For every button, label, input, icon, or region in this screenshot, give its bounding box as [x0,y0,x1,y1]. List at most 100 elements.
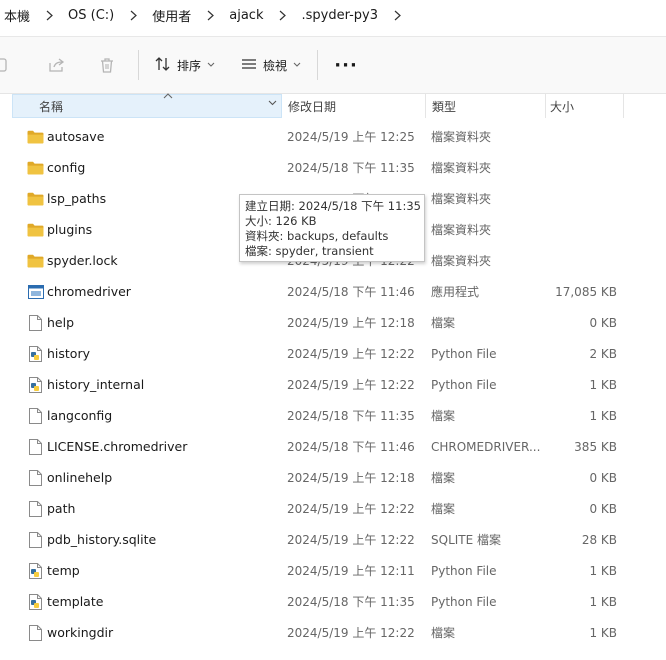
breadcrumb-this-pc[interactable]: 本機 [0,3,36,27]
file-name: chromedriver [47,284,131,299]
file-name: help [47,315,75,330]
chevron-right-icon[interactable] [36,10,62,21]
file-type: 檔案資料夾 [431,254,492,268]
file-size: 2 KB [589,346,617,361]
file-row[interactable]: config 2024/5/18 下午 11:35 檔案資料夾 [0,152,666,183]
file-size: 1 KB [589,377,617,392]
command-bar: 排序 檢視 ··· [0,36,666,94]
column-headers: 名稱 修改日期 類型 大小 [0,91,666,118]
tooltip-size: 大小: 126 KB [245,214,317,228]
view-button[interactable]: 檢視 [233,49,309,81]
tooltip-files: 檔案: spyder, transient [245,244,374,258]
file-name: onlinehelp [47,470,113,485]
file-date: 2024/5/19 上午 12:22 [287,502,415,516]
chevron-down-icon [207,61,215,70]
file-type: 檔案 [431,316,456,330]
sort-label: 排序 [177,58,202,73]
file-size: 385 KB [574,439,617,454]
toolbar-divider [138,50,139,80]
sort-ascending-icon [163,91,173,102]
file-row[interactable]: pdb_history.sqlite 2024/5/19 上午 12:22 SQLI… [0,524,666,555]
file-type: Python File [431,563,497,578]
sort-icon [155,56,171,74]
column-header-date[interactable]: 修改日期 [282,94,426,118]
file-row[interactable]: temp 2024/5/19 上午 12:11 Python File 1 KB [0,555,666,586]
file-type: CHROMEDRIVER... [431,439,541,454]
file-row[interactable]: autosave 2024/5/19 上午 12:25 檔案資料夾 [0,121,666,152]
file-icon [27,531,44,548]
folder-icon [27,190,44,207]
file-row[interactable]: langconfig 2024/5/18 下午 11:35 檔案 1 KB [0,400,666,431]
breadcrumb: 本機 OS (C:) 使用者 ajack .spyder-py3 [0,0,666,30]
sort-button[interactable]: 排序 [147,49,223,81]
file-row[interactable]: path 2024/5/19 上午 12:22 檔案 0 KB [0,493,666,524]
file-name: path [47,501,76,516]
file-icon [27,314,44,331]
column-header-name-label: 名稱 [39,99,64,114]
chevron-right-icon[interactable] [384,10,410,21]
file-icon [27,624,44,641]
file-type: Python File [431,594,497,609]
toolbar-divider [317,50,319,80]
file-name: lsp_paths [47,191,107,206]
breadcrumb-drive-c[interactable]: OS (C:) [62,3,120,27]
file-name: plugins [47,222,93,237]
column-header-name[interactable]: 名稱 [12,91,282,118]
file-size: 0 KB [589,470,617,485]
file-row[interactable]: workingdir 2024/5/19 上午 12:22 檔案 1 KB [0,617,666,648]
more-options-button[interactable]: ··· [326,49,366,81]
file-row[interactable]: help 2024/5/19 上午 12:18 檔案 0 KB [0,307,666,338]
file-row[interactable]: history_internal 2024/5/19 上午 12:22 Python… [0,369,666,400]
file-type: 檔案資料夾 [431,161,492,175]
chevron-right-icon[interactable] [120,10,146,21]
file-name: spyder.lock [47,253,118,268]
delete-icon[interactable] [90,48,124,82]
file-type: 檔案 [431,626,456,640]
file-name: workingdir [47,625,114,640]
file-date: 2024/5/18 下午 11:35 [287,595,415,609]
file-size: 1 KB [589,625,617,640]
file-row[interactable]: chromedriver 2024/5/18 下午 11:46 應用程式 17,085… [0,276,666,307]
file-date: 2024/5/19 上午 12:22 [287,347,415,361]
file-date: 2024/5/19 上午 12:18 [287,316,415,330]
column-header-type-label: 類型 [432,99,457,114]
python-file-icon [27,562,44,579]
file-size: 28 KB [581,532,617,547]
column-header-date-label: 修改日期 [288,99,337,114]
file-date: 2024/5/18 下午 11:46 [287,440,415,454]
view-list-icon [241,58,257,73]
tooltip-folders: 資料夾: backups, defaults [245,229,389,243]
file-name: autosave [47,129,105,144]
breadcrumb-users[interactable]: 使用者 [146,3,197,27]
breadcrumb-user-folder[interactable]: ajack [223,3,269,27]
file-type: 檔案 [431,409,456,423]
file-type: 檔案資料夾 [431,223,492,237]
breadcrumb-current-folder[interactable]: .spyder-py3 [295,3,384,27]
column-header-size[interactable]: 大小 [546,94,624,118]
python-file-icon [27,376,44,393]
copy-icon[interactable] [0,48,14,82]
column-header-type[interactable]: 類型 [426,94,546,118]
file-row[interactable]: LICENSE.chromedriver 2024/5/18 下午 11:46 CH… [0,431,666,462]
file-type: Python File [431,346,497,361]
file-size: 1 KB [589,408,617,423]
chevron-down-icon[interactable] [268,99,277,109]
file-row[interactable]: template 2024/5/18 下午 11:35 Python File 1 K… [0,586,666,617]
python-file-icon [27,345,44,362]
chevron-right-icon[interactable] [269,10,295,21]
file-row[interactable]: onlinehelp 2024/5/19 上午 12:18 檔案 0 KB [0,462,666,493]
file-name: temp [47,563,80,578]
share-icon[interactable] [40,48,74,82]
chevron-down-icon [293,61,301,70]
application-icon [27,283,44,300]
file-row[interactable]: history 2024/5/19 上午 12:22 Python File 2 KB [0,338,666,369]
column-header-size-label: 大小 [550,99,575,114]
file-type: 應用程式 [431,285,480,299]
file-date: 2024/5/19 上午 12:11 [287,564,415,578]
file-name: LICENSE.chromedriver [47,439,188,454]
chevron-right-icon[interactable] [197,10,223,21]
file-size: 17,085 KB [555,284,617,299]
file-icon [27,469,44,486]
file-type: Python File [431,377,497,392]
file-date: 2024/5/19 上午 12:25 [287,130,415,144]
